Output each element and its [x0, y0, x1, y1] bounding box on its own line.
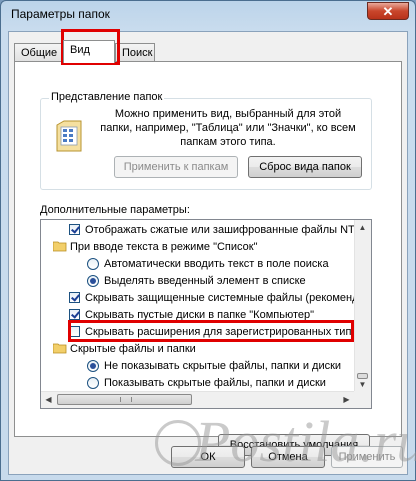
hidden-files-option-highlight — [68, 320, 354, 342]
hide-system-files-checkbox[interactable] — [69, 292, 80, 303]
tab-search[interactable]: Поиск — [115, 43, 155, 62]
folder-icon — [53, 343, 67, 354]
apply-to-folders-button[interactable]: Применить к папкам — [114, 156, 238, 178]
list-item-label: Отображать сжатые или зашифрованные файл… — [85, 224, 369, 236]
watermark: Postila.ru — [195, 409, 416, 474]
show-hidden-radio[interactable] — [87, 377, 99, 389]
folder-view-icon — [56, 120, 82, 152]
list-item-label: При вводе текста в режиме "Список" — [70, 241, 258, 253]
auto-type-search-radio[interactable] — [87, 258, 99, 270]
folder-view-group: Представление папок Можно применить вид,… — [40, 91, 372, 190]
compressed-files-checkbox[interactable] — [69, 224, 80, 235]
list-item-label: Не показывать скрытые файлы, папки и дис… — [104, 360, 342, 372]
scroll-down-icon[interactable]: ▼ — [355, 377, 370, 392]
horizontal-scroll-thumb[interactable] — [57, 394, 192, 405]
window-title: Параметры папок — [11, 7, 110, 21]
hide-empty-drives-checkbox[interactable] — [69, 309, 80, 320]
tab-view[interactable]: Вид — [63, 40, 115, 63]
scroll-left-icon[interactable]: ◀ — [41, 392, 56, 407]
title-bar[interactable]: Параметры папок ✕ — [1, 1, 415, 27]
view-tab-panel: Представление папок Можно применить вид,… — [14, 61, 402, 456]
list-item-label: Выделять введенный элемент в списке — [104, 275, 306, 287]
list-item-label: Скрытые файлы и папки — [70, 343, 196, 355]
tab-general[interactable]: Общие — [14, 43, 63, 62]
select-typed-item-radio[interactable] — [87, 275, 99, 287]
advanced-settings-label: Дополнительные параметры: — [40, 204, 190, 216]
list-item-label: Скрывать защищенные системные файлы (рек… — [85, 292, 372, 304]
horizontal-scrollbar[interactable]: ◀ ▶ — [41, 391, 354, 408]
scroll-up-icon[interactable]: ▲ — [355, 220, 370, 235]
reset-folders-button[interactable]: Сброс вида папок — [248, 156, 362, 178]
close-button[interactable]: ✕ — [367, 2, 409, 20]
list-item-label: Автоматически вводить текст в поле поиск… — [104, 258, 329, 270]
folder-icon — [53, 241, 67, 252]
dont-show-hidden-radio[interactable] — [87, 360, 99, 372]
folder-view-group-title: Представление папок — [49, 91, 165, 103]
list-item-label: Показывать скрытые файлы, папки и диски — [104, 377, 326, 389]
scrollbar-corner — [354, 391, 371, 408]
scroll-right-icon[interactable]: ▶ — [339, 392, 354, 407]
folder-view-description: Можно применить вид, выбранный для этой … — [100, 108, 356, 148]
scroll-grip-icon — [120, 397, 132, 402]
advanced-settings-list[interactable]: Отображать сжатые или зашифрованные файл… — [40, 219, 372, 409]
vertical-scrollbar[interactable]: ▲ ▼ — [354, 220, 371, 392]
